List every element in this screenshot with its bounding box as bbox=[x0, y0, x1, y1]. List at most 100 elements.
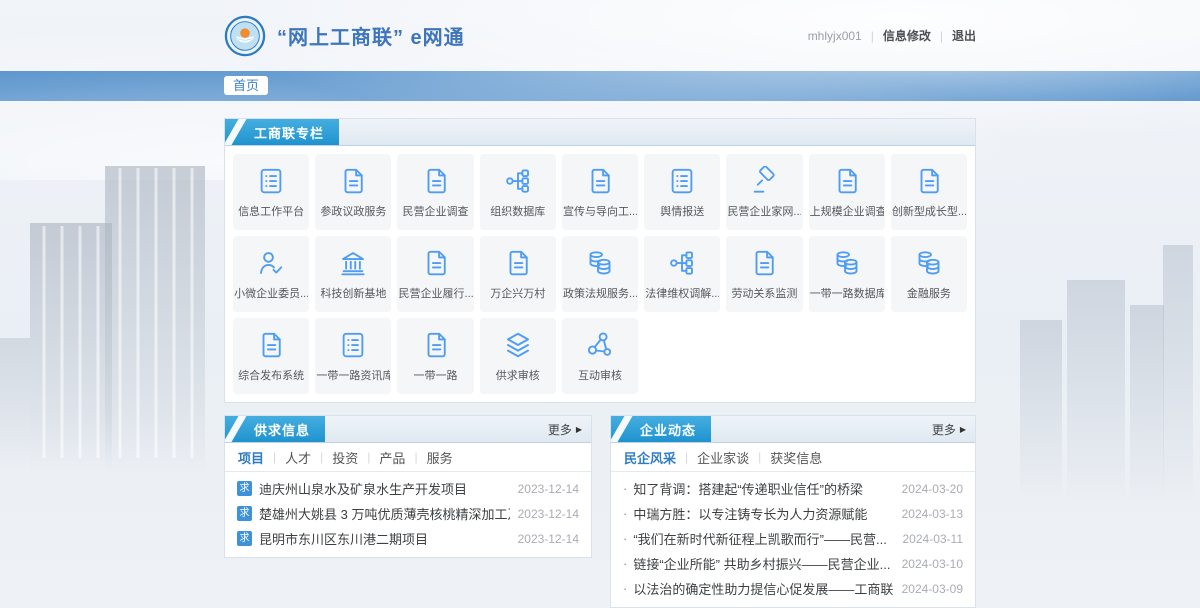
app-item[interactable]: 组织数据库 bbox=[480, 154, 556, 230]
site-title: “网上工商联” e网通 bbox=[277, 21, 465, 50]
app-item-label: 组织数据库 bbox=[490, 203, 545, 219]
supply-tab[interactable]: 项目 bbox=[238, 448, 264, 467]
app-item[interactable]: 宣传与导向工... bbox=[562, 154, 638, 230]
tab-separator: | bbox=[367, 450, 370, 464]
supply-tab[interactable]: 人才 bbox=[285, 448, 311, 467]
profile-link[interactable]: 信息修改 bbox=[883, 27, 931, 44]
news-more-link[interactable]: 更多 ▶ bbox=[932, 416, 975, 442]
supply-tab[interactable]: 服务 bbox=[427, 448, 453, 467]
app-item[interactable]: 参政议政服务 bbox=[315, 154, 391, 230]
supply-tab[interactable]: 产品 bbox=[379, 448, 405, 467]
supply-tab[interactable]: 投资 bbox=[332, 448, 358, 467]
news-tab[interactable]: 企业家谈 bbox=[697, 448, 749, 467]
app-item[interactable]: 供求审核 bbox=[480, 318, 556, 394]
supply-item[interactable]: 求迪庆州山泉水及矿泉水生产开发项目2023-12-14 bbox=[237, 476, 579, 501]
panel-title-tab: 企业动态 bbox=[611, 416, 711, 442]
document-icon bbox=[421, 248, 451, 278]
enterprise-news-panel: 企业动态 更多 ▶ 民企风采|企业家谈|获奖信息 ·知了背调：搭建起“传递职业信… bbox=[610, 415, 976, 608]
app-item[interactable]: 法律维权调解... bbox=[644, 236, 720, 312]
news-item[interactable]: · 中瑞方胜：以专注铸专长为人力资源赋能 2024-03-13 bbox=[623, 501, 963, 526]
site-logo-icon bbox=[224, 15, 266, 57]
app-item[interactable]: 一带一路资讯库 bbox=[315, 318, 391, 394]
more-arrow-icon: ▶ bbox=[960, 425, 966, 434]
supply-item[interactable]: 求昆明市东川区东川港二期项目 2023-12-14 bbox=[237, 526, 579, 551]
orgchart-icon bbox=[667, 248, 697, 278]
username: mhlyjx001 bbox=[808, 29, 862, 43]
supply-more-link[interactable]: 更多 ▶ bbox=[548, 416, 591, 442]
list-icon bbox=[256, 166, 286, 196]
news-item-date: 2024-03-20 bbox=[894, 482, 963, 496]
logout-link[interactable]: 退出 bbox=[952, 27, 976, 44]
news-item-title: 链接“企业所能” 共助乡村振兴——民营企业... bbox=[633, 554, 890, 573]
app-item[interactable]: 科技创新基地 bbox=[315, 236, 391, 312]
news-item-title: 中瑞方胜：以专注铸专长为人力资源赋能 bbox=[633, 504, 867, 523]
news-item[interactable]: ·以法治的确定性助力提信心促发展——工商联...2024-03-09 bbox=[623, 576, 963, 601]
app-item-label: 劳动关系监测 bbox=[731, 285, 797, 301]
app-item[interactable]: 一带一路 bbox=[397, 318, 473, 394]
federation-column-panel: 工商联专栏 信息工作平台参政议政服务民营企业调查组织数据库 宣传与导向工...舆情… bbox=[224, 118, 976, 403]
news-tab[interactable]: 获奖信息 bbox=[770, 448, 822, 467]
app-item[interactable]: 小微企业委员... bbox=[233, 236, 309, 312]
app-item[interactable]: 民营企业调查 bbox=[397, 154, 473, 230]
list-icon bbox=[338, 330, 368, 360]
app-item[interactable]: 政策法规服务... bbox=[562, 236, 638, 312]
demand-badge: 求 bbox=[237, 531, 252, 546]
nav-home-button[interactable]: 首页 bbox=[224, 76, 268, 95]
app-item[interactable]: 劳动关系监测 bbox=[726, 236, 802, 312]
news-tabs: 民企风采|企业家谈|获奖信息 bbox=[611, 443, 975, 472]
brand: “网上工商联” e网通 bbox=[224, 15, 465, 57]
bottom-panels: 供求信息 更多 ▶ 项目|人才|投资|产品|服务 求迪庆州山泉水及矿泉水生产开发… bbox=[224, 415, 976, 608]
supply-list: 求迪庆州山泉水及矿泉水生产开发项目2023-12-14求楚雄州大姚县 3 万吨优… bbox=[225, 472, 591, 557]
app-item[interactable]: 民营企业家网... bbox=[726, 154, 802, 230]
app-item[interactable]: 舆情报送 bbox=[644, 154, 720, 230]
document-icon bbox=[585, 166, 615, 196]
panel-title: 工商联专栏 bbox=[254, 123, 324, 142]
document-icon bbox=[914, 166, 944, 196]
demand-badge: 求 bbox=[237, 506, 252, 521]
panel-title: 企业动态 bbox=[640, 420, 696, 439]
news-item-title: “我们在新时代新征程上凯歌而行”——民营... bbox=[633, 529, 887, 548]
supply-item-title: 昆明市东川区东川港二期项目 bbox=[259, 529, 428, 548]
app-item[interactable]: 信息工作平台 bbox=[233, 154, 309, 230]
news-item[interactable]: ·链接“企业所能” 共助乡村振兴——民营企业...2024-03-10 bbox=[623, 551, 963, 576]
app-item-label: 金融服务 bbox=[907, 285, 951, 301]
orgchart-icon bbox=[503, 166, 533, 196]
tab-separator: | bbox=[273, 450, 276, 464]
app-item[interactable]: 综合发布系统 bbox=[233, 318, 309, 394]
document-icon bbox=[749, 248, 779, 278]
app-item[interactable]: 一带一路数据库 bbox=[809, 236, 885, 312]
database-icon bbox=[832, 248, 862, 278]
news-tab[interactable]: 民企风采 bbox=[624, 448, 676, 467]
main-content: 工商联专栏 信息工作平台参政议政服务民营企业调查组织数据库 宣传与导向工...舆情… bbox=[224, 118, 976, 608]
app-item-label: 法律维权调解... bbox=[645, 285, 719, 301]
app-item[interactable]: 上规模企业调查 bbox=[809, 154, 885, 230]
share-icon bbox=[585, 330, 615, 360]
bank-icon bbox=[338, 248, 368, 278]
app-item[interactable]: 互动审核 bbox=[562, 318, 638, 394]
news-item[interactable]: ·知了背调：搭建起“传递职业信任”的桥梁2024-03-20 bbox=[623, 476, 963, 501]
background-buildings-left bbox=[0, 128, 235, 498]
supply-item[interactable]: 求楚雄州大姚县 3 万吨优质薄壳核桃精深加工及科...2023-12-14 bbox=[237, 501, 579, 526]
news-item[interactable]: ·“我们在新时代新征程上凯歌而行”——民营...2024-03-11 bbox=[623, 526, 963, 551]
app-item-label: 参政议政服务 bbox=[320, 203, 386, 219]
document-icon bbox=[503, 248, 533, 278]
bullet-dot: · bbox=[623, 581, 627, 596]
app-item-label: 一带一路资讯库 bbox=[316, 367, 390, 383]
bullet-dot: · bbox=[623, 481, 627, 496]
user-links: mhlyjx001 | 信息修改 | 退出 bbox=[808, 27, 976, 44]
person-check-icon bbox=[256, 248, 286, 278]
app-item[interactable]: 创新型成长型... bbox=[891, 154, 967, 230]
app-item[interactable]: 民营企业履行... bbox=[397, 236, 473, 312]
app-item-label: 民营企业履行... bbox=[399, 285, 473, 301]
demand-badge: 求 bbox=[237, 481, 252, 496]
app-item[interactable]: 万企兴万村 bbox=[480, 236, 556, 312]
app-item-label: 信息工作平台 bbox=[238, 203, 304, 219]
news-item-date: 2024-03-13 bbox=[894, 507, 963, 521]
app-grid: 信息工作平台参政议政服务民营企业调查组织数据库宣传与导向工...舆情报送民营企业… bbox=[225, 146, 975, 402]
tab-separator: | bbox=[414, 450, 417, 464]
news-item-title: 以法治的确定性助力提信心促发展——工商联... bbox=[633, 579, 893, 598]
app-item[interactable]: 金融服务 bbox=[891, 236, 967, 312]
bullet-dot: · bbox=[623, 506, 627, 521]
panel-header: 工商联专栏 bbox=[225, 119, 975, 146]
supply-item-date: 2023-12-14 bbox=[510, 532, 579, 546]
